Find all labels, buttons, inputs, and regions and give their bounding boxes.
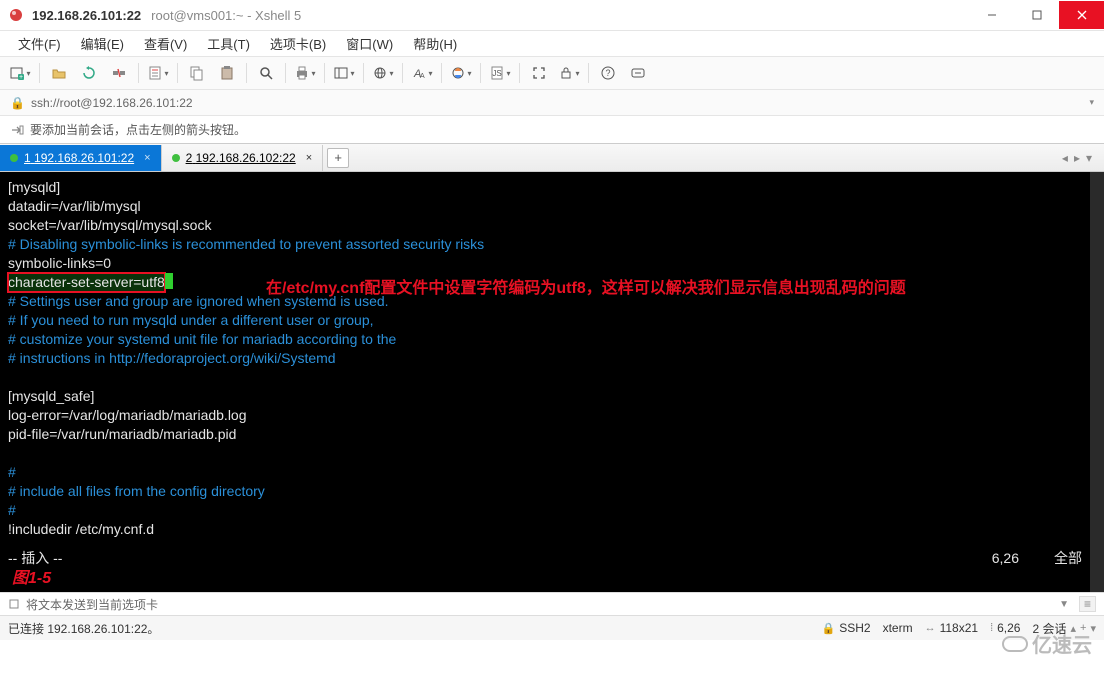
status-dot-icon [172,154,180,162]
tab-close-icon[interactable]: × [306,152,312,164]
sessions-panel-button[interactable]: ▾ [330,60,358,86]
tab-session-2[interactable]: 2 192.168.26.102:22 × [162,145,324,171]
svg-text:?: ? [605,68,610,78]
size-icon: ↔ [925,622,936,634]
disconnect-button[interactable] [105,60,133,86]
figure-label: 图1-5 [12,564,51,588]
status-term: xterm [883,621,913,635]
tab-scroll-right-icon[interactable]: ▸ [1074,151,1080,165]
tab-session-1[interactable]: 1 192.168.26.101:22 × [0,145,162,171]
send-menu-icon[interactable]: ≡ [1079,596,1096,612]
properties-button[interactable]: ▾ [144,60,172,86]
toolbar: +▾ ▾ ▾ ▾ ▾ AA▾ ▾ JS▾ ▾ ? [0,56,1104,90]
svg-text:A: A [420,73,425,80]
lock-button[interactable]: ▾ [555,60,583,86]
cursor-icon: ⁞ [990,622,993,634]
tabbar: 1 192.168.26.101:22 × 2 192.168.26.102:2… [0,144,1104,172]
annotation-text: 在/etc/my.cnf配置文件中设置字符编码为utf8，这样可以解决我们显示信… [266,274,906,298]
close-button[interactable] [1059,1,1104,29]
titlebar: 192.168.26.101:22 root@vms001:~ - Xshell… [0,0,1104,30]
terminal-scrollbar[interactable] [1090,172,1104,592]
print-button[interactable]: ▾ [291,60,319,86]
reconnect-button[interactable] [75,60,103,86]
addressbar[interactable]: 🔒 ssh://root@192.168.26.101:22 ▾ [0,90,1104,116]
tab-scroll-left-icon[interactable]: ◂ [1062,151,1068,165]
status-connection: 已连接 192.168.26.101:22。 [8,620,159,637]
menubar: 文件(F) 编辑(E) 查看(V) 工具(T) 选项卡(B) 窗口(W) 帮助(… [0,30,1104,56]
send-mode-icon [8,598,20,610]
address-text: ssh://root@192.168.26.101:22 [31,96,193,110]
svg-text:JS: JS [493,69,502,78]
copy-button[interactable] [183,60,211,86]
globe-button[interactable]: ▾ [369,60,397,86]
svg-text:+: + [19,74,23,81]
menu-window[interactable]: 窗口(W) [338,31,401,56]
menu-edit[interactable]: 编辑(E) [73,31,132,56]
window-title-sub: root@vms001:~ - Xshell 5 [151,8,301,23]
send-input-placeholder: 将文本发送到当前选项卡 [26,596,158,613]
statusbar: 已连接 192.168.26.101:22。 🔒SSH2 xterm ↔118x… [0,616,1104,640]
fullscreen-button[interactable] [525,60,553,86]
tab-add-button[interactable]: + [327,148,349,168]
menu-file[interactable]: 文件(F) [10,31,69,56]
hint-bar: 要添加当前会话，点击左侧的箭头按钮。 [0,116,1104,144]
compose-button[interactable] [624,60,652,86]
script-button[interactable]: JS▾ [486,60,514,86]
cloud-icon [1002,636,1028,652]
app-icon [8,7,24,23]
menu-help[interactable]: 帮助(H) [405,31,465,56]
font-button[interactable]: AA▾ [408,60,436,86]
send-dropdown-icon[interactable]: ▼ [1059,599,1069,610]
open-button[interactable] [45,60,73,86]
paste-button[interactable] [213,60,241,86]
lock-icon: 🔒 [10,96,25,110]
help-button[interactable]: ? [594,60,622,86]
window-title-main: 192.168.26.101:22 [32,8,141,23]
watermark: 亿速云 [1002,629,1092,658]
status-dot-icon [10,154,18,162]
address-dropdown-icon[interactable]: ▾ [1089,97,1094,108]
menu-tools[interactable]: 工具(T) [199,31,258,56]
status-size: ↔118x21 [925,621,978,635]
hint-arrow-icon[interactable] [10,123,24,137]
send-input-bar[interactable]: 将文本发送到当前选项卡 ▼ ≡ [0,592,1104,616]
menu-view[interactable]: 查看(V) [136,31,195,56]
find-button[interactable] [252,60,280,86]
maximize-button[interactable] [1014,1,1059,29]
tab-close-icon[interactable]: × [144,152,150,164]
status-ssh: 🔒SSH2 [822,621,871,635]
new-session-button[interactable]: +▾ [6,60,34,86]
minimize-button[interactable] [969,1,1014,29]
tab-menu-icon[interactable]: ▾ [1086,151,1092,165]
hint-text: 要添加当前会话，点击左侧的箭头按钮。 [30,121,246,138]
color-scheme-button[interactable]: ▾ [447,60,475,86]
menu-tabs[interactable]: 选项卡(B) [262,31,334,56]
lock-icon: 🔒 [822,622,836,635]
terminal[interactable]: [mysqld]datadir=/var/lib/mysqlsocket=/va… [0,172,1104,592]
